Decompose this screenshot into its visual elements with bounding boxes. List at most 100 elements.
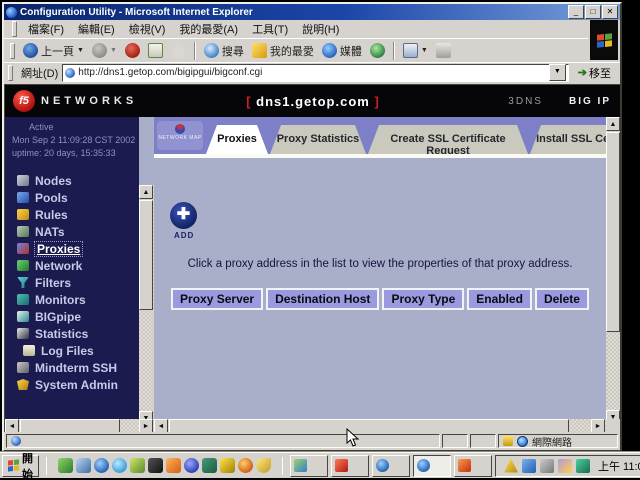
- scroll-right-icon[interactable]: ►: [591, 419, 605, 432]
- scroll-left-icon[interactable]: ◄: [154, 419, 168, 432]
- quicklaunch-icon-1[interactable]: [58, 458, 73, 473]
- search-button[interactable]: 搜尋: [200, 41, 248, 61]
- sidebar-item-pools[interactable]: Pools: [5, 189, 139, 206]
- sidebar-item-proxies[interactable]: Proxies: [5, 240, 139, 257]
- sidebar-item-nats[interactable]: NATs: [5, 223, 139, 240]
- link-bigip[interactable]: BIG IP: [569, 96, 611, 107]
- toolbar-grip[interactable]: [12, 21, 17, 37]
- taskbar-clock[interactable]: 上午 11:00: [598, 458, 640, 474]
- address-dropdown-icon[interactable]: ▼: [549, 64, 566, 81]
- scroll-up-icon[interactable]: ▲: [606, 117, 620, 131]
- quicklaunch-icon-6[interactable]: [148, 458, 163, 473]
- quicklaunch-icon-3[interactable]: [94, 458, 109, 473]
- quicklaunch-icon-11[interactable]: [238, 458, 253, 473]
- go-button[interactable]: ➔ 移至: [573, 64, 616, 82]
- quicklaunch-icon-2[interactable]: [76, 458, 91, 473]
- toolbar-grip-3[interactable]: [8, 65, 13, 81]
- print-button[interactable]: [432, 41, 455, 60]
- mail-dropdown-icon[interactable]: ▼: [421, 47, 428, 54]
- tab-proxies[interactable]: Proxies: [206, 125, 268, 154]
- quicklaunch-icon-4[interactable]: [112, 458, 127, 473]
- scroll-left-icon[interactable]: ◄: [5, 419, 19, 432]
- home-button[interactable]: [167, 41, 190, 60]
- tray-icon-1[interactable]: [504, 459, 518, 473]
- forward-dropdown-icon[interactable]: ▼: [110, 47, 117, 54]
- sidebar-item-nodes[interactable]: Nodes: [5, 172, 139, 189]
- back-button[interactable]: 上一頁 ▼: [19, 41, 88, 61]
- ie-throbber: [590, 20, 618, 60]
- link-3dns[interactable]: 3DNS: [508, 96, 543, 107]
- sidebar-item-statistics[interactable]: Statistics: [5, 325, 139, 342]
- address-input[interactable]: [78, 67, 546, 78]
- main-hscrollbar[interactable]: ◄ ►: [154, 419, 606, 432]
- address-combobox[interactable]: ▼: [62, 64, 569, 82]
- tab-install-ssl-cert[interactable]: Install SSL Certif: [530, 125, 606, 154]
- proxies-panel: ✚ ADD Click a proxy address in the list …: [154, 158, 606, 419]
- sidebar-item-rules[interactable]: Rules: [5, 206, 139, 223]
- media-button[interactable]: 媒體: [318, 41, 366, 61]
- maximize-button[interactable]: □: [585, 5, 601, 19]
- scroll-right-icon[interactable]: ►: [139, 419, 153, 432]
- menu-file[interactable]: 檔案(F): [21, 20, 71, 38]
- refresh-button[interactable]: [144, 41, 167, 60]
- menu-edit[interactable]: 編輯(E): [71, 20, 122, 38]
- quicklaunch-icon-12[interactable]: [256, 458, 271, 473]
- tab-proxy-statistics[interactable]: Proxy Statistics: [270, 125, 366, 154]
- scroll-up-icon[interactable]: ▲: [139, 185, 153, 199]
- main-vscrollbar[interactable]: ▲ ▼: [606, 117, 620, 425]
- task-button-4[interactable]: [413, 455, 451, 477]
- sidebar-item-logfiles[interactable]: Log Files: [5, 342, 139, 359]
- col-destination-host: Destination Host: [266, 288, 379, 310]
- unit-status: Active: [29, 122, 139, 132]
- task-button-2[interactable]: [331, 455, 369, 477]
- sidebar-item-network[interactable]: Network: [5, 257, 139, 274]
- menu-tools[interactable]: 工具(T): [245, 20, 295, 38]
- quicklaunch-icon-9[interactable]: [202, 458, 217, 473]
- task-button-1[interactable]: [290, 455, 328, 477]
- tab-create-ssl-cert[interactable]: Create SSL Certificate Request: [368, 125, 528, 154]
- quicklaunch-icon-5[interactable]: [130, 458, 145, 473]
- add-proxy-button[interactable]: ✚: [170, 202, 197, 229]
- start-button[interactable]: 開始: [2, 455, 39, 477]
- favorites-button[interactable]: 我的最愛: [248, 41, 318, 61]
- quicklaunch-icon-8[interactable]: [184, 458, 199, 473]
- menu-favorites[interactable]: 我的最愛(A): [172, 20, 245, 38]
- forward-button[interactable]: ▼: [88, 41, 121, 60]
- sidebar-item-monitors[interactable]: Monitors: [5, 291, 139, 308]
- tray-icon-3[interactable]: [540, 459, 554, 473]
- menu-help[interactable]: 說明(H): [295, 20, 346, 38]
- tray-icon-5[interactable]: [576, 459, 590, 473]
- stop-button[interactable]: [121, 41, 144, 60]
- forward-icon: [92, 43, 107, 58]
- tray-icon-2[interactable]: [522, 459, 536, 473]
- sidebar-hscrollbar[interactable]: ◄ ►: [5, 419, 154, 432]
- close-button[interactable]: ✕: [602, 5, 618, 19]
- scroll-thumb[interactable]: [606, 132, 620, 332]
- quicklaunch-icon-10[interactable]: [220, 458, 235, 473]
- sidebar-item-filters[interactable]: Filters: [5, 274, 139, 291]
- tray-icon-4[interactable]: [558, 459, 572, 473]
- minimize-button[interactable]: _: [568, 5, 584, 19]
- stop-icon: [125, 43, 140, 58]
- sidebar-vscrollbar[interactable]: ▲ ▼: [139, 185, 154, 425]
- toolbar-grip-2[interactable]: [10, 43, 15, 59]
- scroll-thumb[interactable]: [169, 419, 569, 432]
- back-dropdown-icon[interactable]: ▼: [77, 47, 84, 54]
- mail-button[interactable]: ▼: [399, 41, 432, 60]
- network-map-button[interactable]: NETWORK MAP: [157, 121, 203, 150]
- scroll-thumb[interactable]: [20, 419, 120, 432]
- sidebar: Active Mon Sep 2 11:09:28 CST 2002 uptim…: [5, 117, 139, 419]
- menu-view[interactable]: 檢視(V): [122, 20, 173, 38]
- scroll-thumb[interactable]: [139, 200, 153, 310]
- go-arrow-icon: ➔: [578, 66, 587, 79]
- sidebar-item-system-admin[interactable]: System Admin: [5, 376, 139, 393]
- history-button[interactable]: [366, 41, 389, 60]
- zone-label: 網際網路: [532, 434, 572, 449]
- task-button-5[interactable]: [454, 455, 492, 477]
- title-bar[interactable]: Configuration Utility - Microsoft Intern…: [4, 4, 620, 20]
- sidebar-item-bigpipe[interactable]: BIGpipe: [5, 308, 139, 325]
- quicklaunch-icon-7[interactable]: [166, 458, 181, 473]
- bigpipe-icon: [17, 311, 29, 322]
- task-button-3[interactable]: [372, 455, 410, 477]
- sidebar-item-mindterm-ssh[interactable]: Mindterm SSH: [5, 359, 139, 376]
